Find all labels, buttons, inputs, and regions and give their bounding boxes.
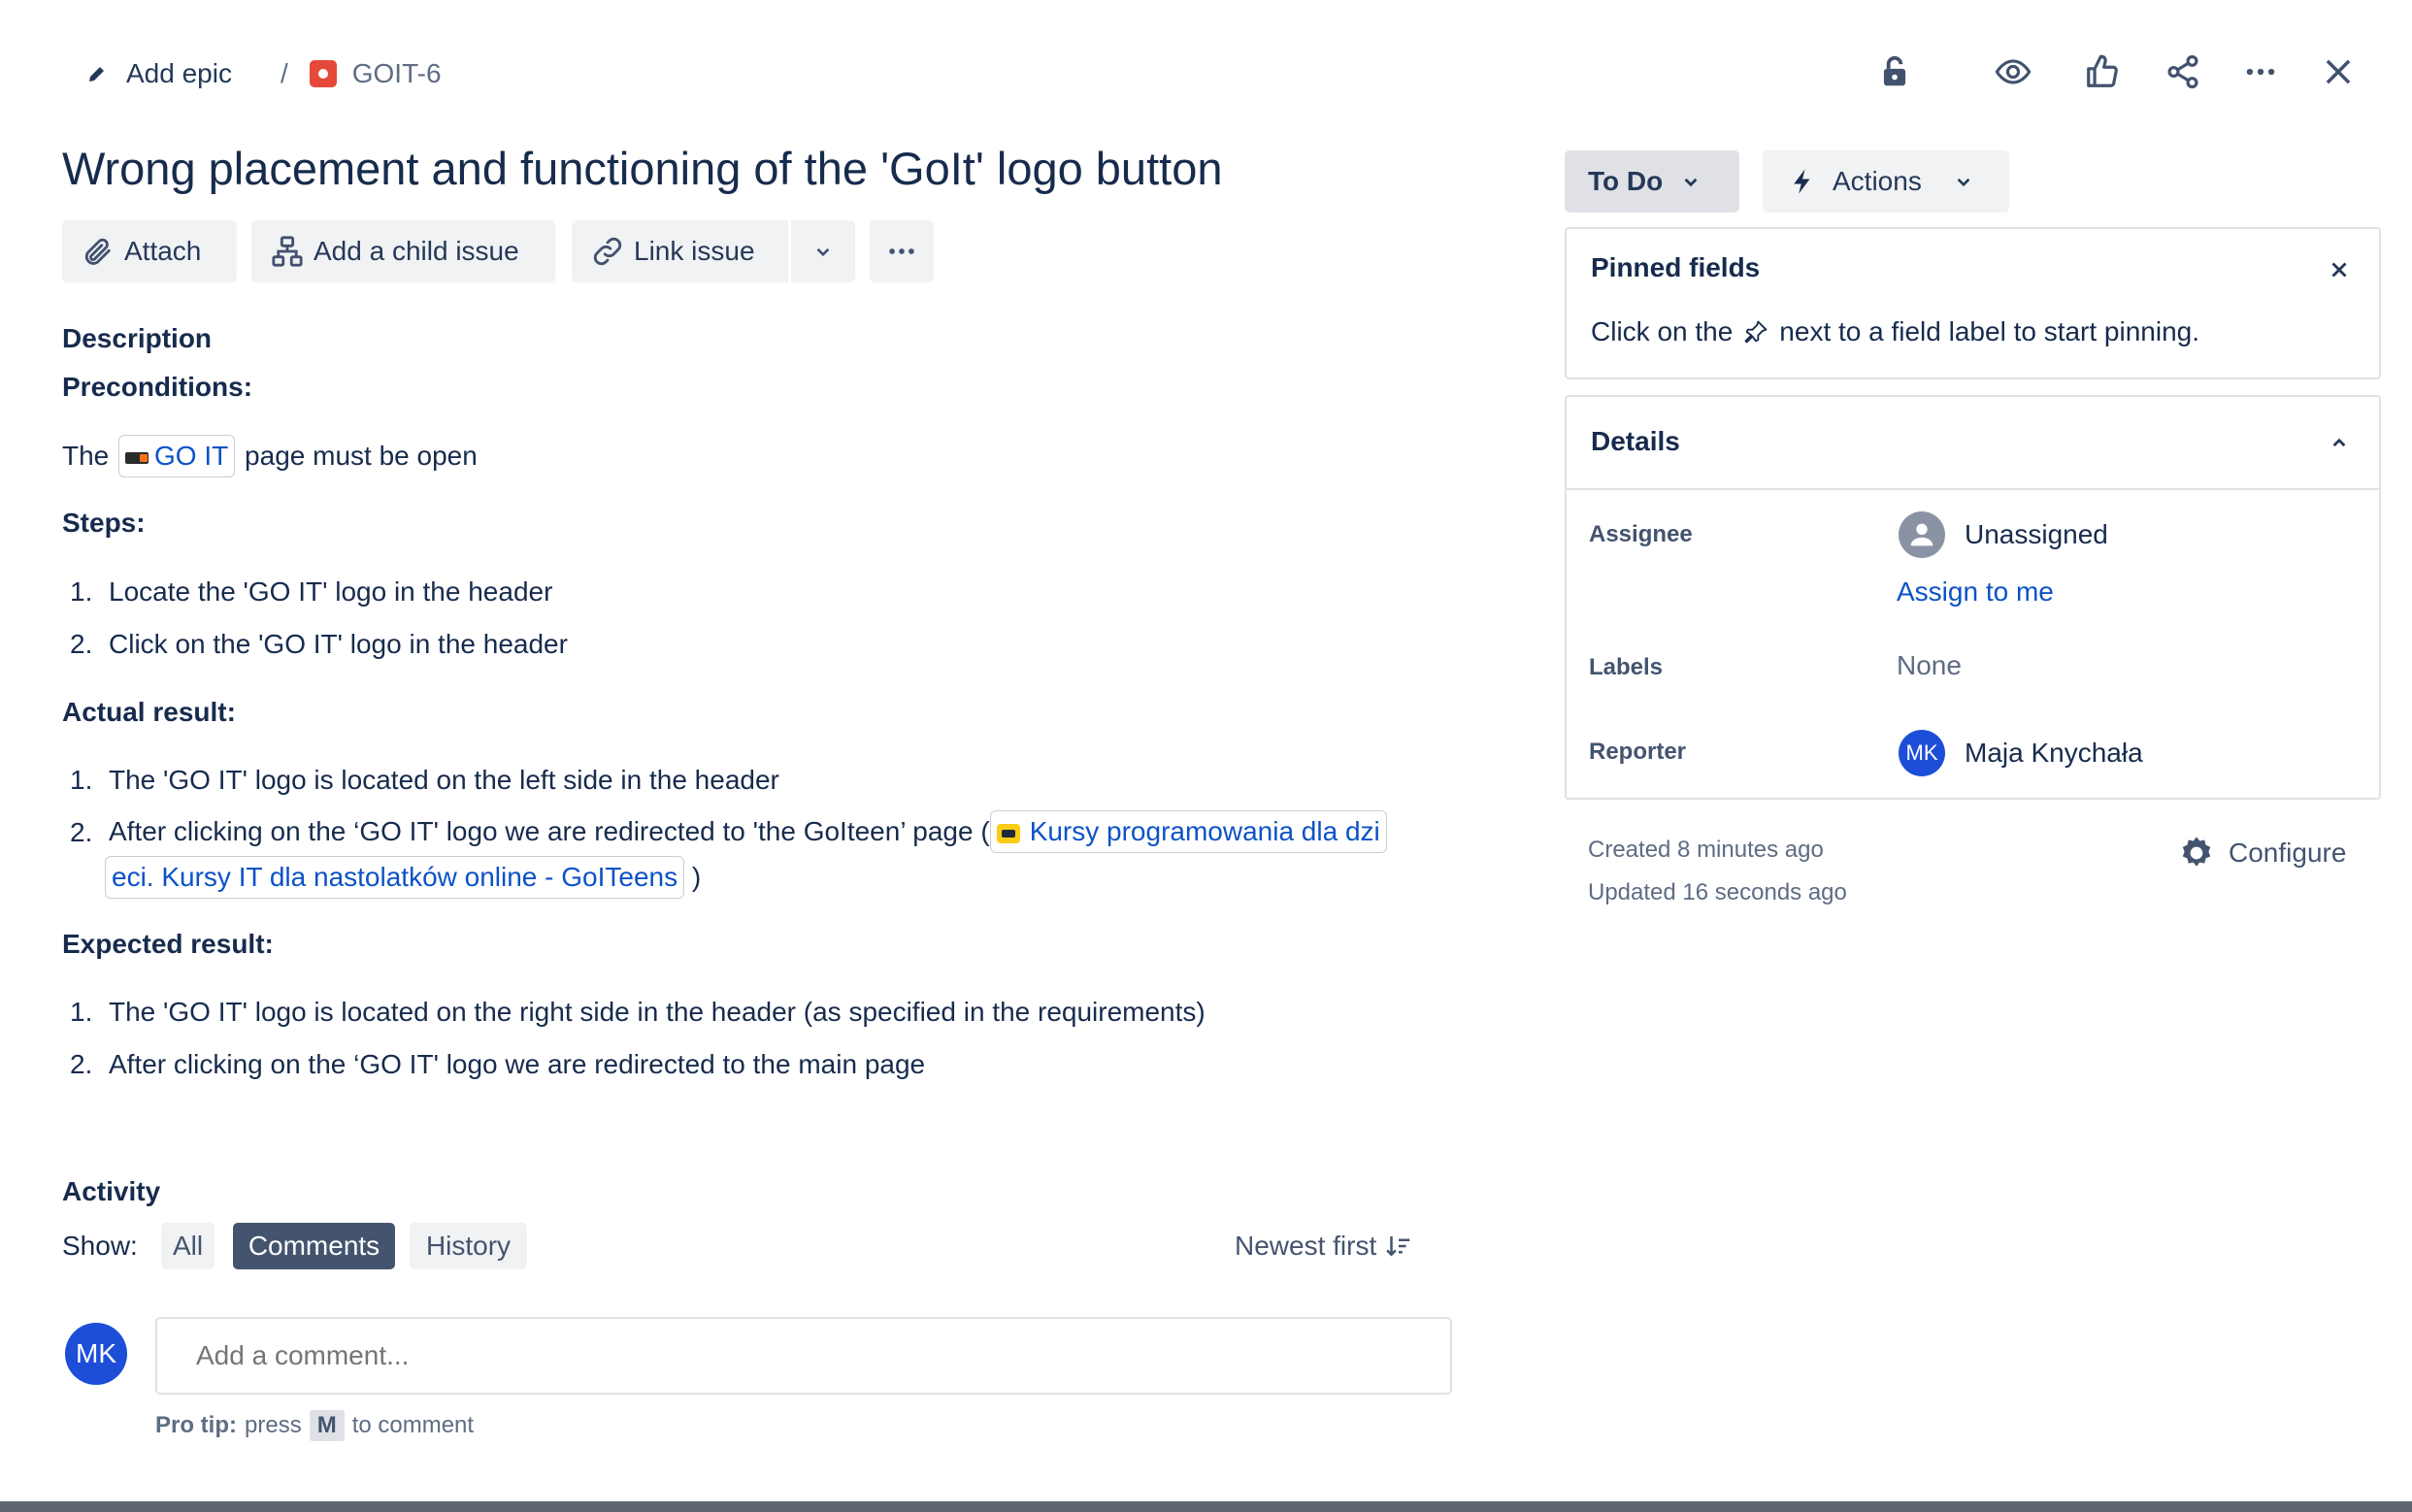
add-child-issue-button[interactable]: Add a child issue [251, 220, 555, 282]
reporter-label: Reporter [1589, 739, 1687, 765]
bug-icon [309, 60, 337, 87]
list-item-number: 1. [70, 765, 93, 795]
steps-heading: Steps: [62, 508, 146, 538]
issue-title[interactable]: Wrong placement and functioning of the '… [62, 140, 1222, 198]
assignee-field[interactable]: Unassigned [1899, 511, 2108, 558]
list-item-number: 1. [70, 576, 93, 607]
list-item: Click on the 'GO IT' logo in the header [109, 629, 568, 659]
watch-eye-icon[interactable] [1986, 45, 2040, 99]
expected-result-heading: Expected result: [62, 929, 274, 959]
labels-value[interactable]: None [1897, 650, 1962, 681]
assign-to-me-link[interactable]: Assign to me [1897, 576, 2054, 608]
preconditions-heading: Preconditions: [62, 372, 253, 402]
list-item-number: 1. [70, 997, 93, 1027]
created-timestamp: Created 8 minutes ago [1588, 837, 1824, 863]
list-item: Locate the 'GO IT' logo in the header [109, 576, 553, 607]
chevron-down-icon [1678, 169, 1703, 194]
unassigned-avatar-icon [1899, 511, 1945, 558]
description-heading: Description [62, 323, 213, 353]
close-pinned-icon[interactable] [2322, 252, 2357, 287]
gear-icon [2178, 835, 2215, 871]
link-issue-button[interactable]: Link issue [572, 220, 788, 282]
more-icon [885, 235, 918, 268]
list-item-number: 2. [70, 817, 93, 847]
keyboard-key: M [309, 1410, 345, 1441]
pinned-fields-title: Pinned fields [1591, 252, 1761, 282]
window-bottom-edge [0, 1501, 2412, 1512]
pencil-icon [85, 62, 113, 85]
chevron-down-icon [1951, 169, 1976, 194]
add-epic-link[interactable]: Add epic [85, 58, 232, 89]
avatar: MK [1899, 730, 1945, 776]
comment-input[interactable] [155, 1317, 1452, 1395]
list-item-number: 2. [70, 1049, 93, 1079]
sort-descending-icon [1384, 1232, 1413, 1261]
list-item-number: 2. [70, 629, 93, 659]
actual-result-heading: Actual result: [62, 697, 236, 727]
link-issue-dropdown[interactable] [791, 220, 855, 282]
pro-tip: Pro tip: press M to comment [155, 1410, 474, 1441]
chevron-down-icon [810, 239, 836, 264]
pinned-fields-panel: Pinned fields Click on the next to a fie… [1565, 227, 2381, 379]
configure-button[interactable]: Configure [2178, 835, 2346, 871]
link-icon [591, 235, 624, 268]
chevron-up-icon [2322, 426, 2357, 461]
list-item-continuation: eci. Kursy IT dla nastolatków online - G… [105, 856, 701, 899]
goiteens-inline-link[interactable]: Kursy programowania dla dzi [989, 810, 1387, 853]
labels-label: Labels [1589, 654, 1664, 680]
updated-timestamp: Updated 16 seconds ago [1588, 879, 1847, 905]
more-actions-button[interactable] [870, 220, 934, 282]
attach-button[interactable]: Attach [62, 220, 237, 282]
status-dropdown[interactable]: To Do [1565, 150, 1739, 213]
more-icon[interactable] [2233, 45, 2288, 99]
child-hierarchy-icon [271, 235, 304, 268]
paperclip-icon [82, 235, 115, 268]
reporter-field[interactable]: MK Maja Knychała [1899, 730, 2143, 776]
show-label: Show: [62, 1231, 138, 1261]
thumbs-up-icon[interactable] [2075, 45, 2130, 99]
precondition-text: The GO IT page must be open [62, 435, 478, 477]
filter-history[interactable]: History [410, 1223, 527, 1269]
activity-heading: Activity [62, 1176, 161, 1206]
share-icon[interactable] [2156, 45, 2210, 99]
details-header[interactable]: Details [1567, 397, 2379, 490]
actions-dropdown[interactable]: Actions [1763, 150, 2009, 213]
go-it-favicon-icon [125, 451, 149, 464]
pinned-fields-hint: Click on the next to a field label to st… [1591, 316, 2200, 346]
filter-all[interactable]: All [161, 1223, 215, 1269]
list-item: After clicking on the ‘GO IT' logo we ar… [109, 810, 1387, 853]
issue-key-link[interactable]: GOIT-6 [309, 58, 442, 89]
assignee-label: Assignee [1589, 521, 1693, 547]
lock-icon[interactable] [1867, 45, 1922, 99]
go-it-inline-link[interactable]: GO IT [118, 435, 236, 477]
list-item: The 'GO IT' logo is located on the right… [109, 997, 1206, 1027]
close-icon[interactable] [2311, 45, 2365, 99]
filter-comments[interactable]: Comments [233, 1223, 395, 1269]
list-item: The 'GO IT' logo is located on the left … [109, 765, 779, 795]
breadcrumb-separator: / [280, 58, 288, 88]
avatar: MK [65, 1323, 127, 1385]
list-item: After clicking on the ‘GO IT' logo we ar… [109, 1049, 926, 1079]
lightning-icon [1788, 167, 1817, 196]
breadcrumb: Add epic / GOIT-6 [85, 52, 442, 95]
details-title: Details [1591, 426, 1680, 456]
sort-newest-first[interactable]: Newest first [1235, 1227, 1413, 1265]
goiteens-favicon-icon [996, 823, 1020, 843]
goiteens-inline-link-continuation[interactable]: eci. Kursy IT dla nastolatków online - G… [105, 856, 685, 899]
pin-icon [1742, 318, 1769, 345]
